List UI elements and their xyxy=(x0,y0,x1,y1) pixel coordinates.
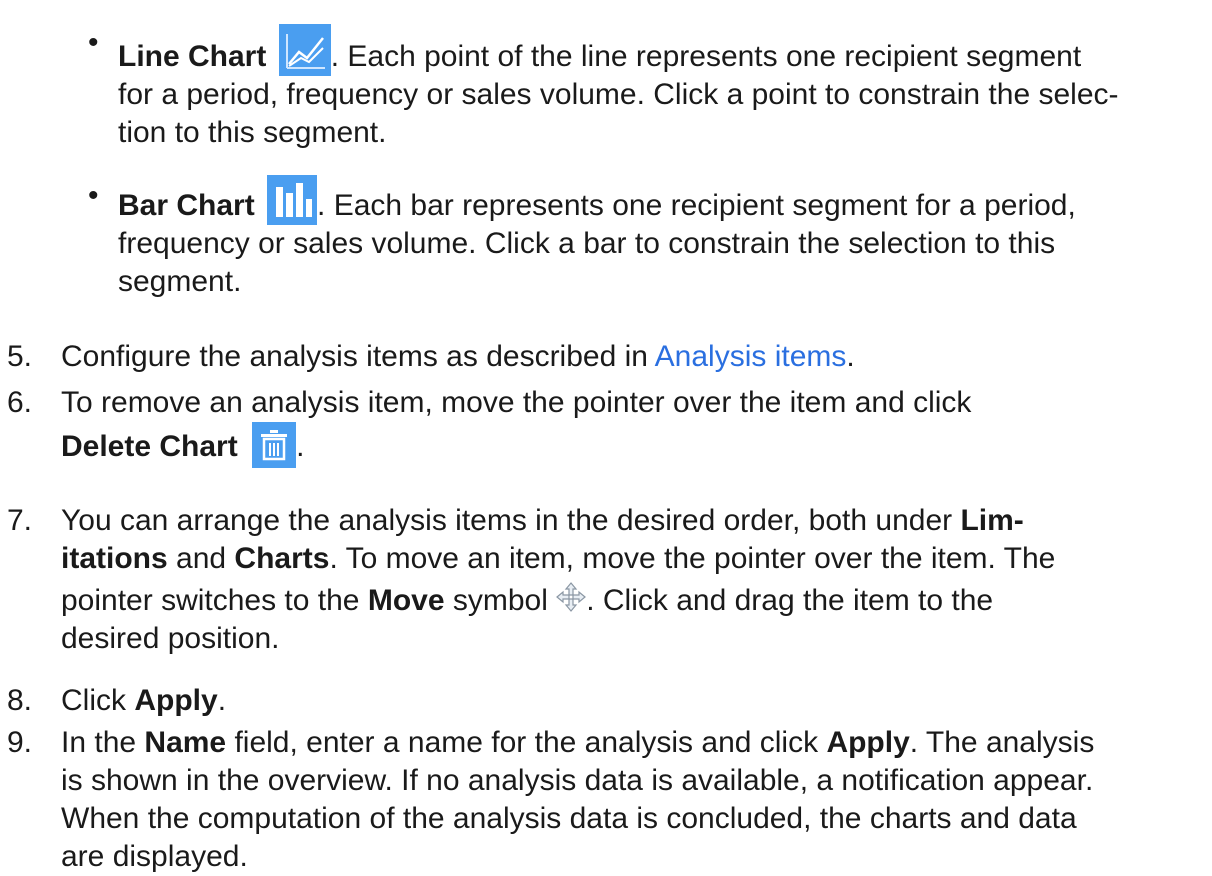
step-text-line: are displayed. xyxy=(61,840,248,873)
step-text-line: You can arrange the analysis items in th… xyxy=(61,504,1024,537)
step-5: 5. Configure the analysis items as descr… xyxy=(0,338,1212,378)
delete-chart-term: Delete Chart xyxy=(61,430,238,463)
step-text-line: itations and Charts. To move an item, mo… xyxy=(61,542,1056,575)
bar-chart-icon xyxy=(267,175,318,225)
bullet-text-line: for a period, frequency or sales volume.… xyxy=(118,78,1119,111)
bullet-text-line: Line Chart . Each point of the line repr… xyxy=(118,24,1198,76)
bullet-text-line: tion to this segment. xyxy=(118,116,387,149)
step-number: 5. xyxy=(7,340,33,373)
move-icon xyxy=(556,582,587,612)
step-text: Configure the analysis items as describe… xyxy=(61,340,855,373)
bullet-text-line: segment. xyxy=(118,265,242,298)
document-page: • Line Chart . Each point of the line re… xyxy=(0,0,1212,873)
step-text-line: is shown in the overview. If no analysis… xyxy=(61,764,1094,797)
step-number: 6. xyxy=(7,386,33,419)
line-chart-term: Line Chart xyxy=(118,40,267,73)
line-chart-icon xyxy=(278,24,331,76)
bar-chart-term: Bar Chart xyxy=(118,189,255,222)
step-number: 8. xyxy=(7,684,33,717)
step-8: 8. Click Apply. xyxy=(0,682,1212,722)
trash-icon xyxy=(252,422,297,468)
step-text-line: Delete Chart . xyxy=(61,422,1201,468)
step-9: 9. In the Name field, enter a name for t… xyxy=(0,724,1212,873)
bullet-dot: • xyxy=(88,26,99,59)
bullet-dot: • xyxy=(88,179,99,212)
analysis-items-link[interactable]: Analysis items xyxy=(655,340,847,373)
step-text-line: To remove an analysis item, move the poi… xyxy=(61,386,972,419)
step-text-line: When the computation of the analysis dat… xyxy=(61,802,1077,835)
step-6: 6. To remove an analysis item, move the … xyxy=(0,384,1212,474)
step-text-line: desired position. xyxy=(61,622,280,655)
bullet-line-chart: • Line Chart . Each point of the line re… xyxy=(0,0,1212,160)
bullet-text-line: Bar Chart . Each bar represents one reci… xyxy=(118,175,1198,225)
bullet-bar-chart: • Bar Chart . Each bar represents one re… xyxy=(0,162,1212,307)
bullet-text-line: frequency or sales volume. Click a bar t… xyxy=(118,227,1056,260)
step-7: 7. You can arrange the analysis items in… xyxy=(0,502,1212,662)
step-number: 7. xyxy=(7,504,33,537)
step-text: Click Apply. xyxy=(61,684,227,717)
step-text-line: In the Name field, enter a name for the … xyxy=(61,726,1095,759)
step-text-line: pointer switches to the Move symbol . Cl… xyxy=(61,582,994,617)
step-number: 9. xyxy=(7,726,33,759)
